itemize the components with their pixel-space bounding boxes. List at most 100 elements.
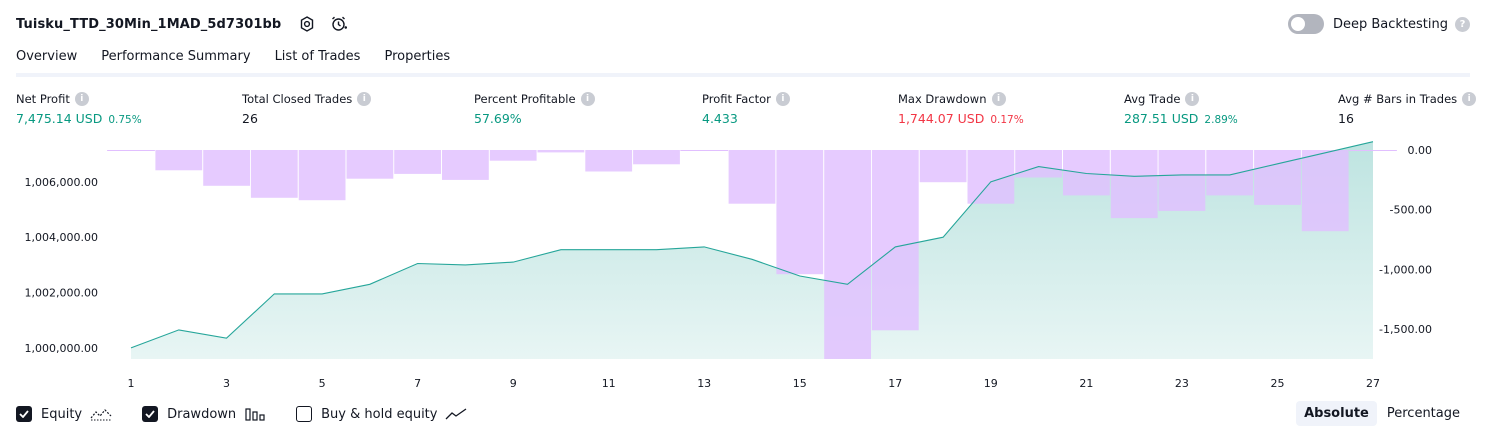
drawdown-checkbox[interactable] (142, 406, 159, 422)
buy-hold-line-icon (445, 407, 467, 421)
metric-value: 1,744.07 USD (898, 111, 985, 126)
drawdown-bar (1015, 150, 1062, 178)
legend-equity-label: Equity (41, 406, 83, 422)
drawdown-bar (1063, 150, 1110, 196)
x-axis-tick-label: 17 (888, 377, 902, 390)
equity-line-icon (90, 407, 112, 421)
metric-label: Avg Trade (1124, 92, 1181, 106)
deep-backtesting-control: Deep Backtesting ? (1287, 12, 1470, 36)
equity-drawdown-chart[interactable]: 1,000,000.00 1,002,000.00 1,004,000.00 1,00… (0, 140, 1486, 398)
drawdown-bars-icon (244, 407, 266, 421)
right-axis-tick-label: 0.00 (1408, 144, 1433, 157)
legend-buy-hold-label: Buy & hold equity (321, 406, 438, 422)
x-axis-tick-label: 5 (319, 377, 326, 390)
metric-percent: 0.75% (108, 114, 142, 126)
tab-list-of-trades[interactable]: List of Trades (275, 44, 361, 76)
tab-overview[interactable]: Overview (16, 44, 78, 77)
scale-switch: Absolute Percentage (1294, 401, 1468, 426)
metric-value: 7,475.14 USD (16, 111, 103, 126)
strategy-name: Tuisku_TTD_30Min_1MAD_5d7301bb (16, 16, 282, 32)
strategy-header: Tuisku_TTD_30Min_1MAD_5d7301bb (16, 12, 359, 36)
drawdown-bar (776, 150, 824, 275)
metric-value: 287.51 USD (1124, 111, 1199, 126)
toggle-knob (1290, 17, 1305, 31)
drawdown-bar (1206, 150, 1254, 196)
drawdown-bar (489, 150, 537, 161)
metric-value: 16 (1338, 111, 1354, 126)
x-axis-tick-label: 27 (1366, 377, 1380, 390)
equity-checkbox[interactable] (16, 406, 32, 422)
deep-backtesting-toggle[interactable] (1287, 14, 1324, 34)
x-axis-tick-label: 3 (223, 377, 230, 390)
drawdown-bar (633, 150, 680, 165)
left-axis-tick-label: 1,000,000.00 (25, 342, 98, 355)
drawdown-bar (346, 150, 394, 179)
metric-value: 26 (242, 111, 258, 126)
x-axis-tick-label: 13 (697, 377, 711, 390)
deep-backtesting-label: Deep Backtesting (1332, 16, 1448, 32)
drawdown-bar (728, 150, 776, 204)
tab-bar: Overview Performance Summary List of Tra… (16, 44, 474, 77)
x-axis-tick-label: 19 (984, 377, 998, 390)
help-icon[interactable]: i (580, 92, 595, 106)
metric-label: Max Drawdown (898, 92, 987, 106)
legend-buy-hold[interactable]: Buy & hold equity (296, 406, 467, 422)
help-icon[interactable]: i (1462, 92, 1477, 106)
metric-label: Total Closed Trades (242, 92, 353, 106)
buy-hold-checkbox[interactable] (296, 406, 313, 422)
metric-percent: 0.17% (990, 114, 1024, 126)
metric-net-profit: Net Profit i 7,475.14 USD 0.75% (16, 92, 142, 126)
x-axis-tick-label: 11 (602, 377, 616, 390)
left-axis-tick-label: 1,004,000.00 (25, 231, 98, 244)
metric-value: 57.69% (474, 111, 522, 126)
help-icon[interactable]: i (74, 92, 89, 106)
drawdown-bar (1301, 150, 1349, 232)
drawdown-bar (298, 150, 346, 201)
legend-drawdown[interactable]: Drawdown (142, 406, 266, 422)
alert-clock-icon[interactable] (327, 12, 351, 36)
metric-avg-bars-in-trades: Avg # Bars in Trades i 16 (1338, 92, 1477, 126)
help-icon[interactable]: i (1185, 92, 1200, 106)
drawdown-bar (203, 150, 250, 186)
absolute-button[interactable]: Absolute (1296, 401, 1377, 426)
tabs-divider (16, 73, 1470, 77)
drawdown-bar (824, 150, 871, 359)
drawdown-bar (1110, 150, 1158, 219)
help-icon[interactable]: ? (1455, 16, 1470, 32)
help-icon[interactable]: i (991, 92, 1006, 106)
help-icon[interactable]: i (775, 92, 790, 106)
metric-label: Net Profit (16, 92, 70, 106)
drawdown-bar (919, 150, 967, 183)
drawdown-bar (155, 150, 203, 171)
metric-profit-factor: Profit Factor i 4.433 (702, 92, 790, 126)
metric-label: Profit Factor (702, 92, 771, 106)
drawdown-bar (537, 150, 585, 153)
x-axis-tick-label: 15 (793, 377, 807, 390)
settings-gear-icon[interactable] (295, 12, 319, 36)
metric-max-drawdown: Max Drawdown i 1,744.07 USD 0.17% (898, 92, 1024, 126)
left-axis-tick-label: 1,002,000.00 (25, 287, 98, 300)
metric-label: Percent Profitable (474, 92, 576, 106)
metric-percent: 2.89% (1204, 114, 1238, 126)
x-axis-tick-label: 7 (414, 377, 421, 390)
drawdown-bar (871, 150, 919, 331)
left-axis-tick-label: 1,006,000.00 (25, 176, 98, 189)
right-axis-tick-label: -500.00 (1390, 204, 1432, 217)
metric-value: 4.433 (702, 111, 738, 126)
metric-total-closed-trades: Total Closed Trades i 26 (242, 92, 372, 126)
percentage-button[interactable]: Percentage (1379, 401, 1468, 426)
help-icon[interactable]: i (357, 92, 372, 106)
drawdown-bar (250, 150, 298, 198)
drawdown-bar (1158, 150, 1206, 211)
tab-performance-summary[interactable]: Performance Summary (101, 44, 250, 76)
x-axis-tick-label: 1 (128, 377, 135, 390)
x-axis-tick-label: 25 (1271, 377, 1285, 390)
x-axis-tick-label: 9 (510, 377, 517, 390)
legend-equity[interactable]: Equity (16, 406, 112, 422)
right-axis-tick-label: -1,000.00 (1379, 263, 1432, 276)
tab-properties[interactable]: Properties (384, 44, 450, 76)
chart-legend: Equity Drawdown Buy & hold equity (16, 404, 497, 424)
metrics-row: Net Profit i 7,475.14 USD 0.75% Total Clos… (0, 92, 1486, 136)
legend-drawdown-label: Drawdown (167, 406, 237, 422)
drawdown-bar (394, 150, 441, 174)
